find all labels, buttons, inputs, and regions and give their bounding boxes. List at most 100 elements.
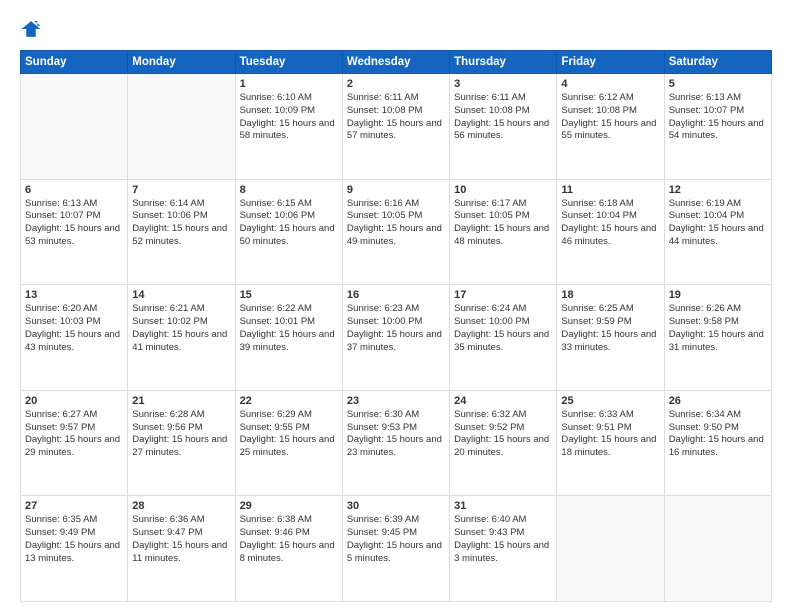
calendar-cell: 9Sunrise: 6:16 AMSunset: 10:05 PMDayligh…: [342, 179, 449, 285]
day-number: 14: [132, 289, 230, 301]
daylight-text: Daylight: 15 hours and 23 minutes.: [347, 434, 442, 458]
day-number: 17: [454, 289, 552, 301]
sunrise-text: Sunrise: 6:27 AM: [25, 409, 97, 420]
sunset-text: Sunset: 9:50 PM: [669, 422, 739, 433]
calendar-cell: 16Sunrise: 6:23 AMSunset: 10:00 PMDaylig…: [342, 285, 449, 391]
daylight-text: Daylight: 15 hours and 52 minutes.: [132, 223, 227, 247]
sunset-text: Sunset: 9:52 PM: [454, 422, 524, 433]
sunset-text: Sunset: 9:49 PM: [25, 527, 95, 538]
cell-content: Sunrise: 6:33 AMSunset: 9:51 PMDaylight:…: [561, 409, 659, 460]
calendar-cell: 5Sunrise: 6:13 AMSunset: 10:07 PMDayligh…: [664, 74, 771, 180]
sunset-text: Sunset: 9:53 PM: [347, 422, 417, 433]
sunrise-text: Sunrise: 6:38 AM: [240, 514, 312, 525]
cell-content: Sunrise: 6:14 AMSunset: 10:06 PMDaylight…: [132, 198, 230, 249]
calendar-cell: 26Sunrise: 6:34 AMSunset: 9:50 PMDayligh…: [664, 390, 771, 496]
header: [20, 18, 772, 40]
sunrise-text: Sunrise: 6:21 AM: [132, 303, 204, 314]
daylight-text: Daylight: 15 hours and 37 minutes.: [347, 329, 442, 353]
day-number: 26: [669, 395, 767, 407]
calendar-day-header: Sunday: [21, 51, 128, 74]
sunset-text: Sunset: 9:56 PM: [132, 422, 202, 433]
daylight-text: Daylight: 15 hours and 48 minutes.: [454, 223, 549, 247]
daylight-text: Daylight: 15 hours and 5 minutes.: [347, 540, 442, 564]
day-number: 27: [25, 500, 123, 512]
sunrise-text: Sunrise: 6:14 AM: [132, 198, 204, 209]
day-number: 19: [669, 289, 767, 301]
cell-content: Sunrise: 6:39 AMSunset: 9:45 PMDaylight:…: [347, 514, 445, 565]
daylight-text: Daylight: 15 hours and 55 minutes.: [561, 118, 656, 142]
day-number: 1: [240, 78, 338, 90]
cell-content: Sunrise: 6:12 AMSunset: 10:08 PMDaylight…: [561, 92, 659, 143]
calendar-cell: 25 Sunrise: 6:33 AMSunset: 9:51 PMDayligh…: [557, 390, 664, 496]
sunset-text: Sunset: 9:51 PM: [561, 422, 631, 433]
cell-content: Sunrise: 6:17 AMSunset: 10:05 PMDaylight…: [454, 198, 552, 249]
sunrise-text: Sunrise: 6:24 AM: [454, 303, 526, 314]
daylight-text: Daylight: 15 hours and 49 minutes.: [347, 223, 442, 247]
day-number: 10: [454, 184, 552, 196]
calendar-week-row: 6Sunrise: 6:13 AMSunset: 10:07 PMDayligh…: [21, 179, 772, 285]
calendar-table: SundayMondayTuesdayWednesdayThursdayFrid…: [20, 50, 772, 602]
day-number: 25: [561, 395, 659, 407]
sunrise-text: Sunrise: 6:11 AM: [454, 92, 526, 103]
sunset-text: Sunset: 10:05 PM: [454, 210, 530, 221]
sunrise-text: Sunrise: 6:23 AM: [347, 303, 419, 314]
day-number: 18: [561, 289, 659, 301]
calendar-cell: 29 Sunrise: 6:38 AMSunset: 9:46 PMDayligh…: [235, 496, 342, 602]
logo: [20, 18, 46, 40]
day-number: 4: [561, 78, 659, 90]
sunset-text: Sunset: 10:05 PM: [347, 210, 423, 221]
daylight-text: Daylight: 15 hours and 50 minutes.: [240, 223, 335, 247]
sunset-text: Sunset: 9:57 PM: [25, 422, 95, 433]
calendar-cell: 2Sunrise: 6:11 AMSunset: 10:08 PMDayligh…: [342, 74, 449, 180]
sunset-text: Sunset: 9:55 PM: [240, 422, 310, 433]
sunrise-text: Sunrise: 6:19 AM: [669, 198, 741, 209]
day-number: 20: [25, 395, 123, 407]
cell-content: Sunrise: 6:18 AMSunset: 10:04 PMDaylight…: [561, 198, 659, 249]
sunset-text: Sunset: 10:08 PM: [561, 105, 637, 116]
daylight-text: Daylight: 15 hours and 8 minutes.: [240, 540, 335, 564]
daylight-text: Daylight: 15 hours and 11 minutes.: [132, 540, 227, 564]
calendar-day-header: Thursday: [450, 51, 557, 74]
cell-content: Sunrise: 6:32 AMSunset: 9:52 PMDaylight:…: [454, 409, 552, 460]
calendar-cell: 14Sunrise: 6:21 AMSunset: 10:02 PMDaylig…: [128, 285, 235, 391]
sunset-text: Sunset: 10:07 PM: [669, 105, 745, 116]
calendar-cell: 17Sunrise: 6:24 AMSunset: 10:00 PMDaylig…: [450, 285, 557, 391]
daylight-text: Daylight: 15 hours and 57 minutes.: [347, 118, 442, 142]
daylight-text: Daylight: 15 hours and 13 minutes.: [25, 540, 120, 564]
calendar-cell: 19 Sunrise: 6:26 AMSunset: 9:58 PMDayligh…: [664, 285, 771, 391]
cell-content: Sunrise: 6:26 AMSunset: 9:58 PMDaylight:…: [669, 303, 767, 354]
sunset-text: Sunset: 10:03 PM: [25, 316, 101, 327]
day-number: 29: [240, 500, 338, 512]
page: SundayMondayTuesdayWednesdayThursdayFrid…: [0, 0, 792, 612]
calendar-cell: 10 Sunrise: 6:17 AMSunset: 10:05 PMDaylig…: [450, 179, 557, 285]
day-number: 22: [240, 395, 338, 407]
sunset-text: Sunset: 10:00 PM: [347, 316, 423, 327]
calendar-cell: 30Sunrise: 6:39 AMSunset: 9:45 PMDayligh…: [342, 496, 449, 602]
cell-content: Sunrise: 6:10 AMSunset: 10:09 PMDaylight…: [240, 92, 338, 143]
cell-content: Sunrise: 6:23 AM Sunset: 10:00 PM Daylight…: [347, 303, 445, 354]
cell-content: Sunrise: 6:15 AMSunset: 10:06 PMDaylight…: [240, 198, 338, 249]
cell-content: Sunrise: 6:11 AMSunset: 10:08 PMDaylight…: [347, 92, 445, 143]
daylight-text: Daylight: 15 hours and 39 minutes.: [240, 329, 335, 353]
calendar-cell: 31Sunrise: 6:40 AMSunset: 9:43 PMDayligh…: [450, 496, 557, 602]
cell-content: Sunrise: 6:38 AMSunset: 9:46 PMDaylight:…: [240, 514, 338, 565]
day-number: 6: [25, 184, 123, 196]
sunset-text: Sunset: 10:01 PM: [240, 316, 316, 327]
calendar-cell: 27 Sunrise: 6:35 AMSunset: 9:49 PMDayligh…: [21, 496, 128, 602]
day-number: 5: [669, 78, 767, 90]
calendar-cell: 12Sunrise: 6:19 AMSunset: 10:04 PMDaylig…: [664, 179, 771, 285]
calendar-cell: 28Sunrise: 6:36 AMSunset: 9:47 PMDayligh…: [128, 496, 235, 602]
calendar-cell: 23Sunrise: 6:30 AMSunset: 9:53 PMDayligh…: [342, 390, 449, 496]
daylight-text: Daylight: 15 hours and 33 minutes.: [561, 329, 656, 353]
calendar-cell: 13Sunrise: 6:20 AMSunset: 10:03 PMDaylig…: [21, 285, 128, 391]
daylight-text: Daylight: 15 hours and 53 minutes.: [25, 223, 120, 247]
logo-icon: [20, 18, 42, 40]
cell-content: Sunrise: 6:35 AMSunset: 9:49 PMDaylight:…: [25, 514, 123, 565]
sunrise-text: Sunrise: 6:39 AM: [347, 514, 419, 525]
calendar-day-header: Tuesday: [235, 51, 342, 74]
sunset-text: Sunset: 9:58 PM: [669, 316, 739, 327]
sunrise-text: Sunrise: 6:28 AM: [132, 409, 204, 420]
calendar-day-header: Wednesday: [342, 51, 449, 74]
calendar-cell: 4 Sunrise: 6:12 AMSunset: 10:08 PMDayligh…: [557, 74, 664, 180]
daylight-text: Daylight: 15 hours and 54 minutes.: [669, 118, 764, 142]
